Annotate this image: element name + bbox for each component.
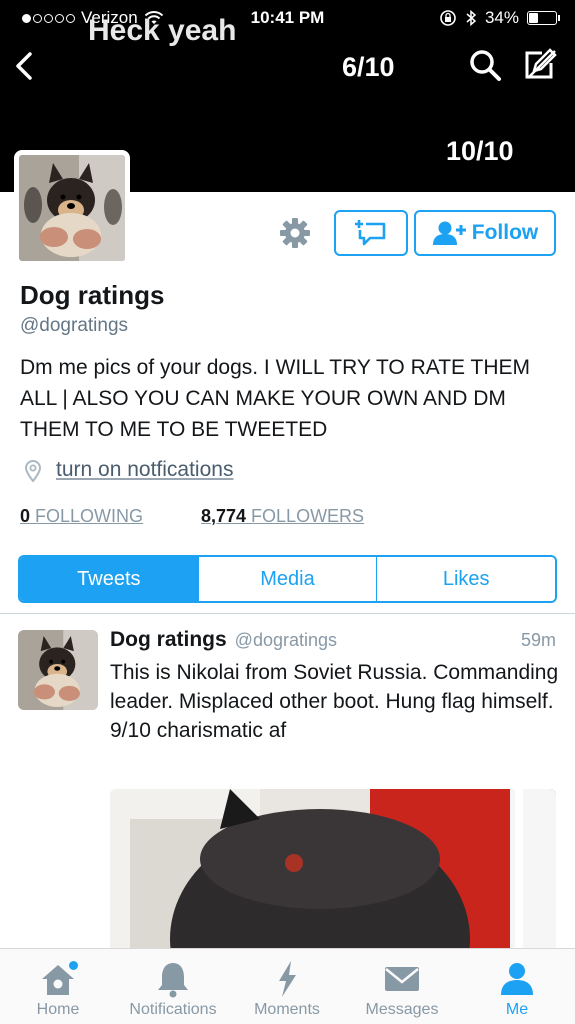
following-count: 0 (20, 506, 31, 526)
notification-dot (69, 961, 78, 970)
tweet-author-name[interactable]: Dog ratings (110, 628, 227, 652)
status-right: 34% (439, 8, 560, 28)
follow-button[interactable]: Follow (414, 210, 556, 256)
battery-icon (527, 11, 560, 25)
overlay-caption: Heck yeah (88, 14, 237, 47)
tabbar-moments-label: Moments (254, 1001, 320, 1018)
profile-bio: Dm me pics of your dogs. I WILL TRY TO R… (20, 356, 530, 441)
header-tweet-count: 6/10 (342, 52, 395, 82)
tab-tweets[interactable]: Tweets (20, 557, 199, 601)
rotation-lock-icon (440, 10, 456, 26)
settings-gear-icon[interactable] (278, 216, 312, 250)
following-link[interactable]: 0 FOLLOWING (20, 506, 143, 527)
profile-avatar[interactable] (14, 150, 130, 266)
followers-label: FOLLOWERS (246, 506, 365, 526)
tabbar-me-label: Me (505, 1001, 529, 1018)
search-icon[interactable] (468, 48, 502, 82)
lightning-icon (267, 959, 307, 999)
battery-percent: 34% (484, 8, 519, 27)
followers-count: 8,774 (201, 506, 247, 526)
tab-media[interactable]: Media (198, 557, 378, 601)
dog-photo-small (18, 630, 98, 710)
tabbar-home[interactable]: Home (28, 949, 88, 1024)
tabbar-me[interactable]: Me (492, 949, 542, 1024)
tabbar-messages-label: Messages (365, 1001, 439, 1018)
tweet-avatar[interactable] (18, 630, 98, 710)
envelope-icon (382, 959, 422, 999)
tabbar-moments[interactable]: Moments (244, 949, 330, 1024)
direct-message-button[interactable] (334, 210, 408, 256)
message-plus-icon (355, 220, 386, 246)
person-icon (497, 959, 537, 999)
profile-tabs: Tweets Media Likes (18, 555, 557, 603)
location-pin-icon (24, 460, 42, 482)
profile-location[interactable]: turn on notfications (56, 458, 233, 482)
profile-name: Dog ratings (20, 280, 165, 310)
dog-photo (19, 155, 125, 261)
followers-link[interactable]: 8,774 FOLLOWERS (201, 506, 364, 527)
tabbar-notifications[interactable]: Notifications (118, 949, 228, 1024)
add-user-icon (432, 221, 466, 245)
home-icon (38, 959, 78, 999)
follow-label: Follow (471, 221, 539, 244)
section-divider (0, 613, 575, 614)
back-icon[interactable] (10, 48, 40, 84)
following-label: FOLLOWING (30, 506, 144, 526)
tweet-photo (110, 789, 556, 949)
bottom-tab-bar: Home Notifications Moments Messages Me (0, 948, 575, 1024)
tweet-text: This is Nikolai from Soviet Russia. Comm… (110, 661, 559, 742)
tweet-author-handle: @dogratings (234, 630, 338, 650)
compose-icon[interactable] (522, 46, 558, 82)
tweet-media-image[interactable] (110, 789, 556, 949)
tweet-header: Dog ratings @dogratings 59m (110, 628, 556, 652)
tabbar-notifications-label: Notifications (129, 1001, 217, 1018)
status-bar: Verizon 10:41 PM 34% (0, 6, 575, 30)
bell-icon (153, 959, 193, 999)
tab-likes[interactable]: Likes (377, 557, 555, 601)
tabbar-messages[interactable]: Messages (356, 949, 448, 1024)
tweet-timestamp: 59m (520, 630, 556, 650)
bluetooth-icon (466, 9, 477, 27)
banner-rating: 10/10 (446, 136, 514, 166)
profile-handle: @dogratings (20, 315, 129, 336)
tabbar-home-label: Home (36, 1001, 80, 1018)
